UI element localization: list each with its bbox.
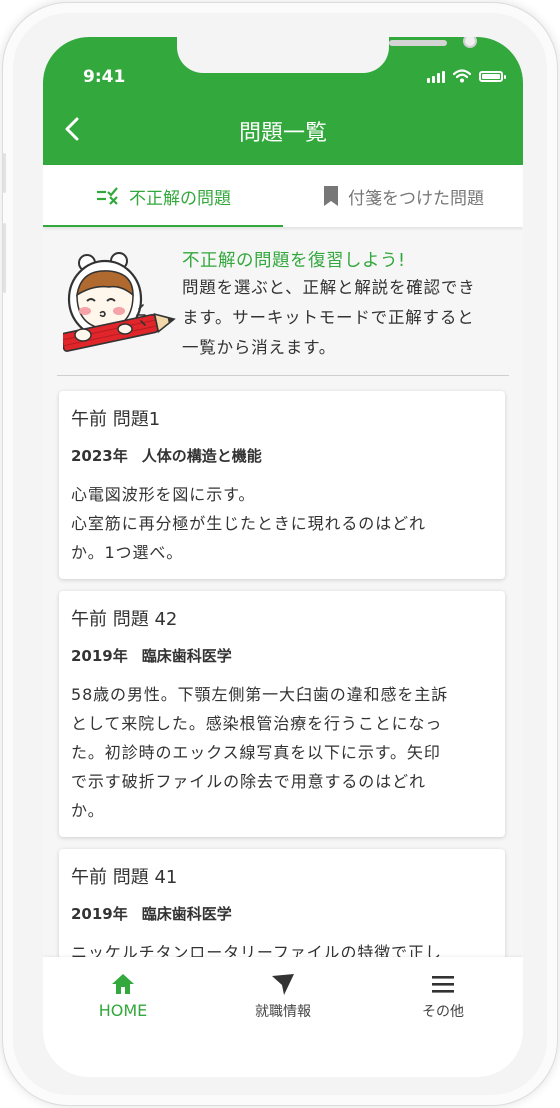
- question-text: 58歳の男性。下顎左側第一大臼歯の違和感を主訴 として来院した。感染根管治療を行…: [71, 680, 493, 825]
- question-card[interactable]: 午前 問題1 2023年 人体の構造と機能 心電図波形を図に示す。 心室筋に再分…: [59, 391, 505, 579]
- bookmark-icon: [324, 186, 338, 206]
- question-line: 58歳の男性。下顎左側第一大臼歯の違和感を主訴: [71, 685, 449, 704]
- question-title: 午前 問題1: [71, 409, 161, 430]
- question-text: ニッケルチタンロータリーファイルの特徴で正し: [71, 938, 493, 957]
- question-line: ニッケルチタンロータリーファイルの特徴で正し: [71, 943, 442, 957]
- intro-line: 問題を選ぶと、正解と解説を確認でき: [182, 278, 476, 297]
- question-title: 午前 問題 42: [71, 609, 178, 630]
- tab-bookmarked[interactable]: 付箋をつけた問題: [283, 165, 523, 227]
- intro-line: 一覧から消えます。: [182, 338, 337, 357]
- question-meta: 2023年 人体の構造と機能: [71, 445, 493, 466]
- side-button: [3, 223, 6, 293]
- mascot-illustration: [63, 252, 176, 352]
- bottom-nav: HOME 就職情報 その他: [43, 957, 523, 1077]
- nav-label: HOME: [98, 1001, 148, 1020]
- question-card[interactable]: 午前 問題 41 2019年 臨床歯科医学 ニッケルチタンロータリーファイルの特…: [59, 849, 505, 957]
- question-subject: 臨床歯科医学: [141, 905, 232, 923]
- speaker-grille: [389, 40, 447, 46]
- nav-other[interactable]: その他: [393, 971, 493, 1021]
- question-meta: 2019年 臨床歯科医学: [71, 645, 493, 666]
- review-intro: 不正解の問題を復習しよう! 問題を選ぶと、正解と解説を確認でき ます。サーキット…: [43, 233, 523, 377]
- question-year: 2023年: [71, 447, 128, 465]
- signal-icon: [427, 69, 445, 83]
- nav-home[interactable]: HOME: [73, 971, 173, 1020]
- question-title: 午前 問題 41: [71, 867, 178, 888]
- question-text: 心電図波形を図に示す。 心室筋に再分極が生じたときに現れるのはどれ か。1つ選べ…: [71, 480, 493, 567]
- battery-icon: [479, 70, 506, 82]
- question-meta: 2019年 臨床歯科医学: [71, 903, 493, 924]
- wifi-icon: [453, 69, 471, 83]
- tab-label: 付箋をつけた問題: [348, 188, 484, 209]
- phone-frame: 9:41 問題一覧 不正解の問題 付箋をつけた問題 不正解の問題を復習しよう! …: [2, 2, 558, 1106]
- app-screen: 9:41 問題一覧 不正解の問題 付箋をつけた問題 不正解の問題を復習しよう! …: [43, 37, 523, 1077]
- menu-icon: [432, 976, 454, 993]
- send-arrow-icon: [272, 974, 294, 995]
- camera-icon: [463, 37, 477, 48]
- question-year: 2019年: [71, 905, 128, 923]
- question-line: で示す破折ファイルの除去で用意するのはどれ: [71, 772, 426, 791]
- question-line: 心電図波形を図に示す。: [71, 485, 256, 504]
- status-icons: [427, 68, 506, 84]
- nav-jobs[interactable]: 就職情報: [233, 971, 333, 1021]
- tab-incorrect[interactable]: 不正解の問題: [43, 165, 283, 227]
- question-subject: 人体の構造と機能: [141, 447, 262, 465]
- question-line: か。: [71, 801, 105, 820]
- nav-label: 就職情報: [255, 1004, 311, 1020]
- question-list: 午前 問題1 2023年 人体の構造と機能 心電図波形を図に示す。 心室筋に再分…: [43, 377, 523, 957]
- tab-bar: 不正解の問題 付箋をつけた問題: [43, 165, 523, 227]
- intro-title: 不正解の問題を復習しよう!: [182, 251, 406, 271]
- intro-text: 問題を選ぶと、正解と解説を確認でき ます。サーキットモードで正解すると 一覧から…: [182, 273, 518, 363]
- nav-label: その他: [422, 1004, 464, 1020]
- phone-notch: [177, 37, 477, 73]
- tab-label: 不正解の問題: [129, 188, 231, 209]
- question-line: として来院した。感染根管治療を行うことになっ: [71, 714, 443, 733]
- question-line: か。1つ選べ。: [71, 543, 184, 562]
- page-title: 問題一覧: [238, 121, 327, 146]
- app-header: 9:41 問題一覧: [43, 37, 523, 165]
- question-subject: 臨床歯科医学: [141, 647, 232, 665]
- divider: [57, 375, 509, 376]
- incorrect-list-icon: [97, 187, 118, 205]
- status-time: 9:41: [83, 67, 126, 87]
- question-card[interactable]: 午前 問題 42 2019年 臨床歯科医学 58歳の男性。下顎左側第一大臼歯の違…: [59, 591, 505, 837]
- home-icon: [112, 974, 134, 994]
- intro-line: ます。サーキットモードで正解すると: [182, 308, 475, 327]
- question-line: た。初診時のエックス線写真を以下に示す。矢印: [71, 743, 441, 762]
- question-line: 心室筋に再分極が生じたときに現れるのはどれ: [71, 514, 426, 533]
- side-button: [3, 153, 6, 193]
- question-year: 2019年: [71, 647, 128, 665]
